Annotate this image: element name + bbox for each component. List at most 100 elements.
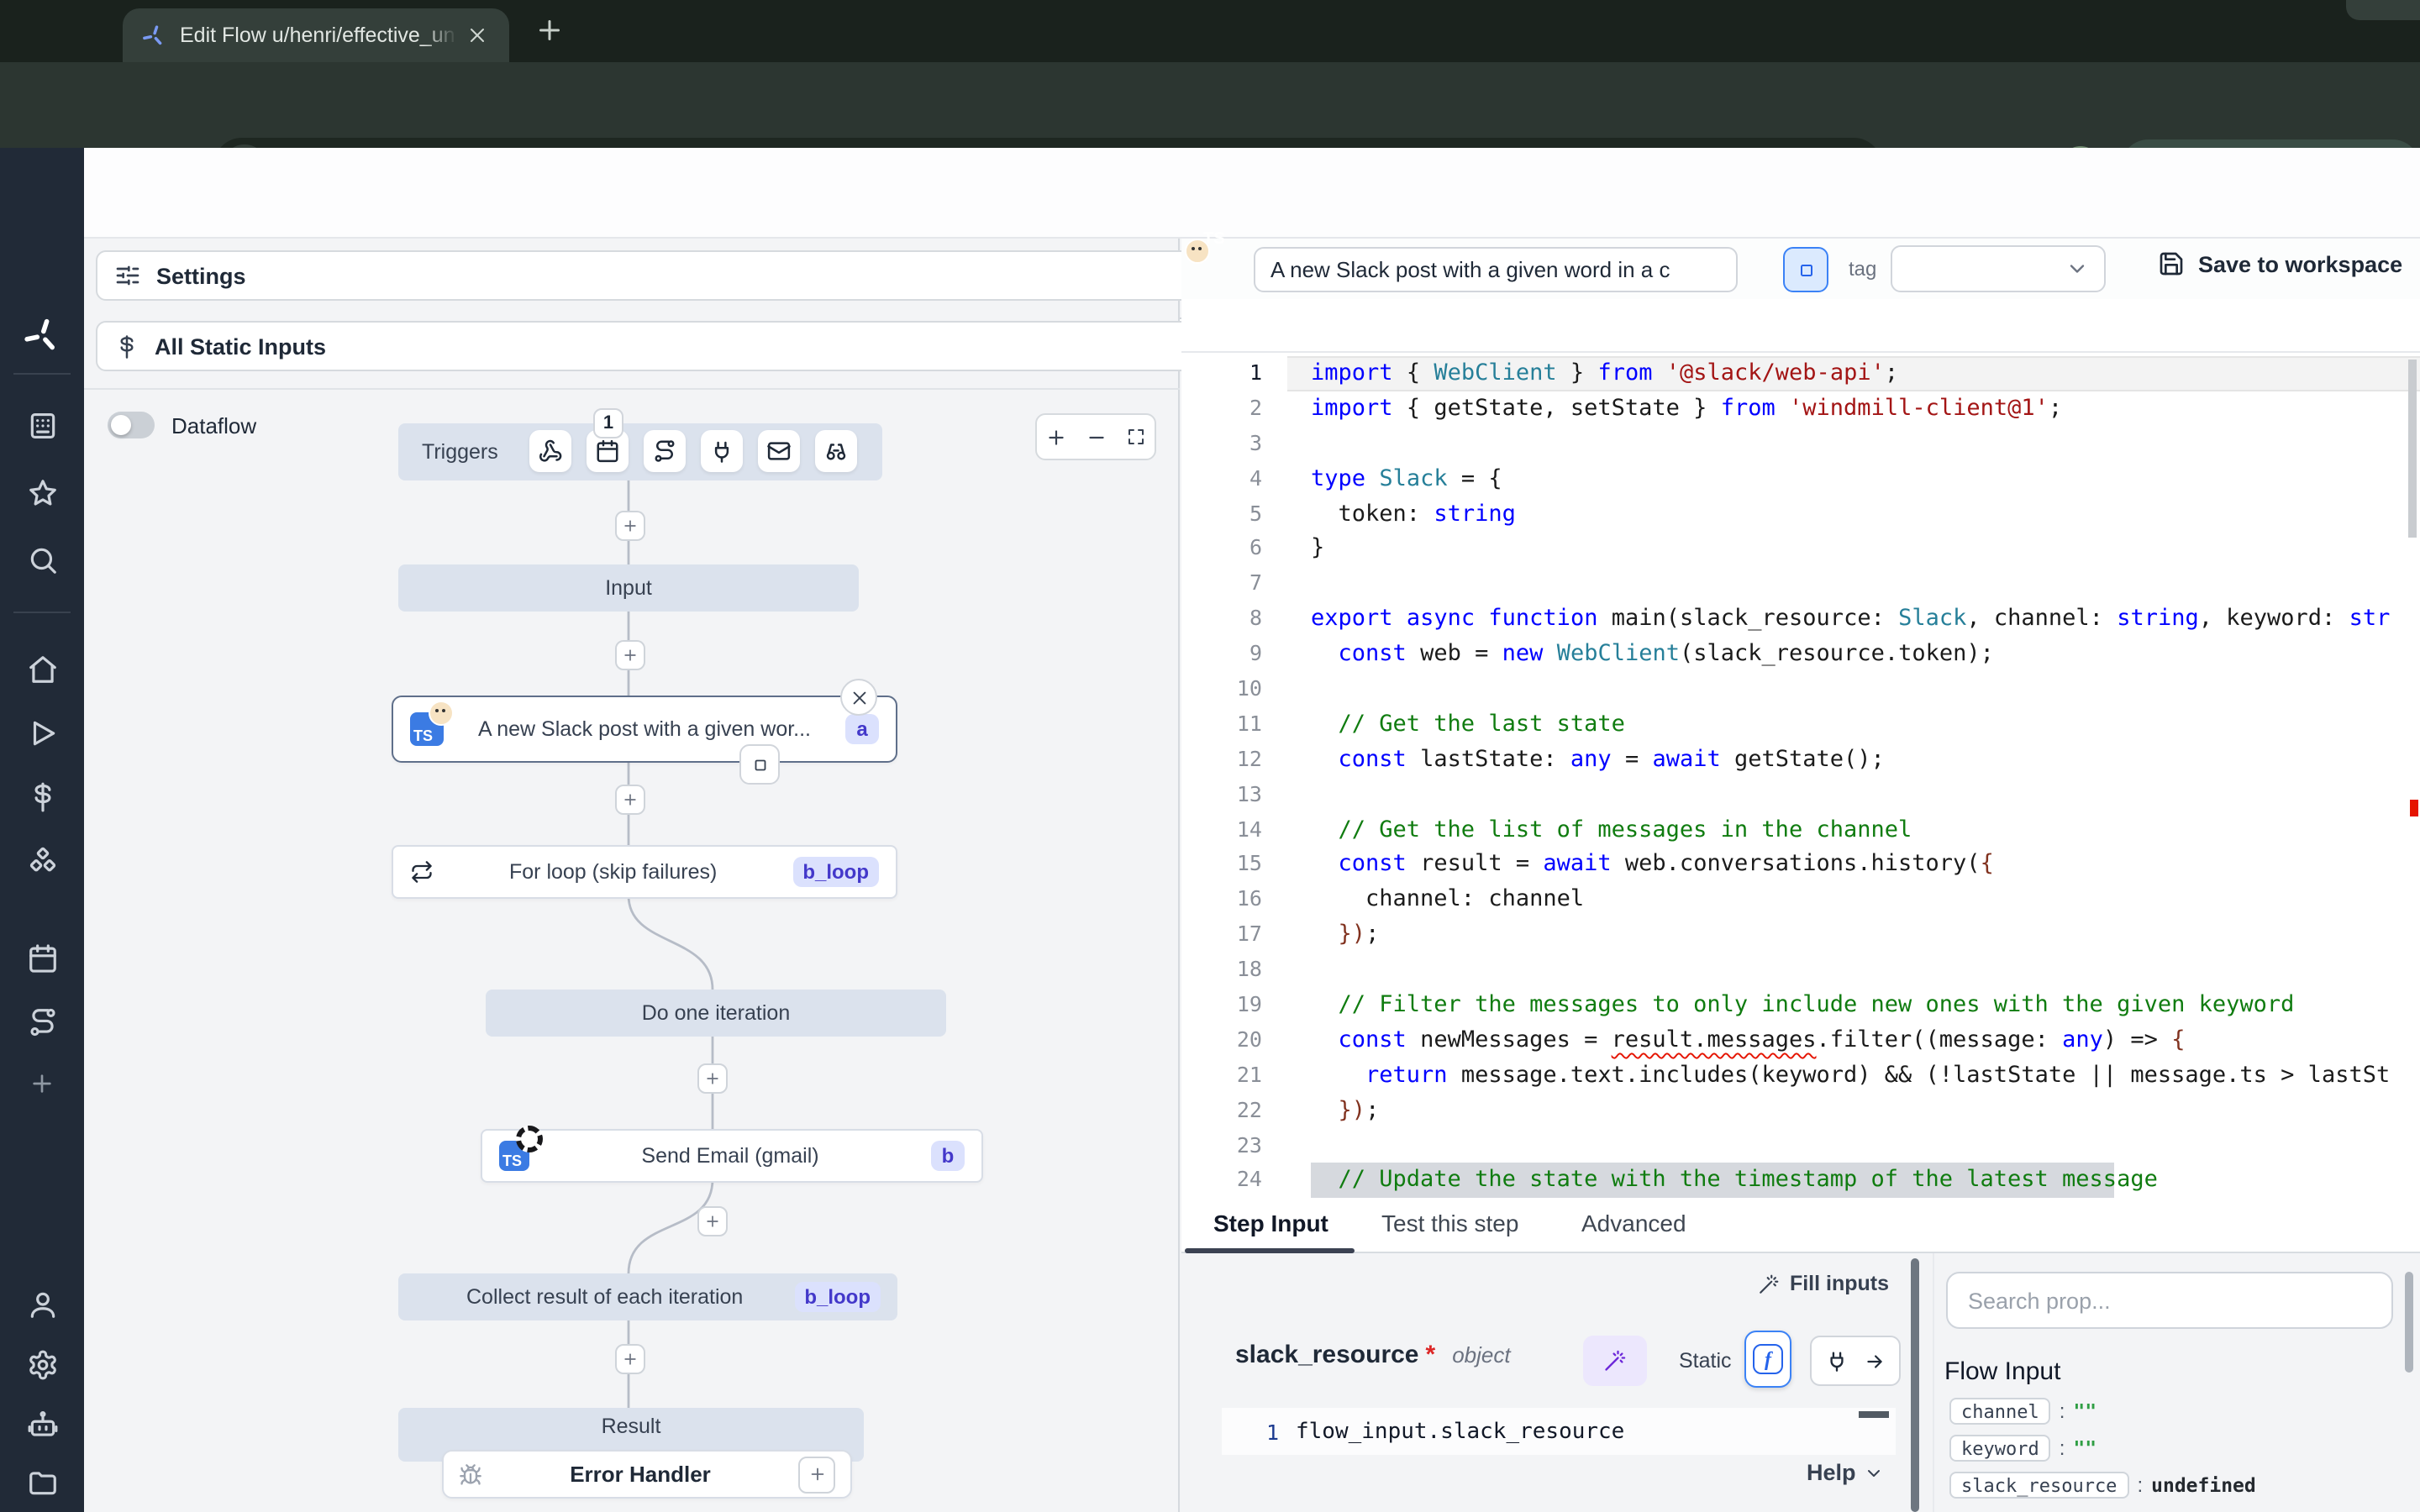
input-node[interactable]: Input (398, 564, 859, 612)
tab-advanced[interactable]: Advanced (1581, 1210, 1686, 1236)
webhook-trigger-icon[interactable] (529, 430, 571, 472)
browser-tabstrip: Edit Flow u/henri/effective_un (0, 0, 2420, 62)
browser-tab[interactable]: Edit Flow u/henri/effective_un (123, 8, 509, 62)
flow-editor-header: Untitled 0 */1 * * * * Path u/henri/eff … (84, 148, 2420, 239)
colon: : (2060, 1399, 2065, 1423)
help-button[interactable]: Help (1807, 1460, 1885, 1485)
code-line: 16 channel: channel (1181, 883, 2420, 918)
flow-input-row[interactable]: keyword:"" (1949, 1433, 2096, 1463)
sidebar-item-schedules[interactable] (0, 929, 84, 986)
code-line: 21 return message.text.includes(keyword)… (1181, 1058, 2420, 1094)
collect-id-badge: b_loop (794, 1282, 881, 1312)
sidebar-item-add[interactable] (0, 1055, 84, 1112)
new-tab-button[interactable] (534, 15, 565, 45)
windmill-logo[interactable] (0, 307, 84, 365)
add-error-handler-button[interactable] (798, 1456, 835, 1493)
code-line: 17 }); (1181, 918, 2420, 953)
triggers-node[interactable]: Triggers 1 (398, 423, 882, 480)
help-label: Help (1807, 1460, 1856, 1485)
insert-step-button[interactable] (615, 785, 645, 815)
save-to-workspace-button[interactable]: Save to workspace (2158, 250, 2402, 277)
typescript-icon: TS (410, 712, 444, 746)
code-line: 10 (1181, 672, 2420, 707)
early-stop-button[interactable] (739, 744, 780, 785)
emoji-badge (429, 701, 454, 726)
right-scrollbar[interactable] (2405, 1272, 2413, 1373)
plug-icon (1826, 1349, 1849, 1373)
code-line: 8export async function main(slack_resour… (1181, 601, 2420, 637)
forloop-node[interactable]: For loop (skip failures) b_loop (392, 845, 897, 899)
poll-trigger-icon[interactable] (815, 430, 857, 472)
insert-step-button[interactable] (697, 1206, 728, 1236)
panel-scrollbar[interactable] (1911, 1258, 1919, 1512)
sidebar-item-workers[interactable] (0, 1396, 84, 1453)
websocket-trigger-icon[interactable] (701, 430, 743, 472)
collect-node[interactable]: Collect result of each iteration b_loop (398, 1273, 897, 1320)
sidebar-item-users[interactable] (0, 1275, 84, 1332)
sidebar-item-variables[interactable] (0, 768, 84, 825)
email-label: Send Email (gmail) (529, 1144, 931, 1168)
prop-ai-button[interactable] (1583, 1336, 1647, 1386)
error-handler-node[interactable]: Error Handler (442, 1450, 852, 1499)
insert-step-button[interactable] (697, 1063, 728, 1094)
connect-input-button[interactable] (1810, 1336, 1901, 1386)
screen: Edit Flow u/henri/effective_un app.windm… (0, 0, 2420, 1512)
code-line: 2import { getState, setState } from 'win… (1181, 391, 2420, 427)
input-label: Input (605, 576, 652, 600)
triggers-label: Triggers (422, 440, 498, 464)
flow-input-title: Flow Input (1944, 1357, 2060, 1386)
sidebar-item-folders[interactable] (0, 1453, 84, 1510)
code-line: 7 (1181, 567, 2420, 602)
sidebar-item-runs[interactable] (0, 704, 84, 761)
square-icon (750, 755, 769, 774)
chevron-down-icon (1865, 1462, 1885, 1483)
flow-input-value: "" (2073, 1436, 2096, 1460)
fill-inputs-button[interactable]: Fill inputs (1753, 1258, 1894, 1309)
error-handler-label: Error Handler (482, 1462, 798, 1487)
tag-select[interactable] (1891, 245, 2106, 292)
stop-after-if-button[interactable] (1783, 247, 1828, 292)
flow-input-row[interactable]: channel:"" (1949, 1396, 2096, 1426)
step-tabs (1181, 1198, 2420, 1253)
step-name-input[interactable] (1254, 247, 1738, 292)
route-trigger-icon[interactable] (644, 430, 686, 472)
sidebar-item-resources[interactable] (0, 832, 84, 889)
flow-input-key[interactable]: keyword (1949, 1435, 2051, 1462)
flow-input-key[interactable]: channel (1949, 1398, 2051, 1425)
sidebar-item-settings[interactable] (0, 1336, 84, 1393)
loading-spinner (516, 1126, 543, 1152)
tab-close-icon[interactable] (467, 25, 487, 45)
flow-input-key[interactable]: slack_resource (1949, 1472, 2128, 1499)
sidebar-item-search[interactable] (0, 531, 84, 588)
slack-step-label: A new Slack post with a given wor... (444, 717, 845, 741)
line-number: 1 (1222, 1419, 1296, 1444)
code-editor[interactable]: 1import { WebClient } from '@slack/web-a… (1181, 353, 2420, 1198)
schedule-count-badge: 1 (593, 408, 623, 438)
prop-type: object (1452, 1342, 1510, 1368)
search-prop-input[interactable] (1946, 1272, 2393, 1329)
expression-editor[interactable]: 1 flow_input.slack_resource (1222, 1408, 1896, 1455)
iteration-node[interactable]: Do one iteration (486, 990, 946, 1037)
fill-inputs-label: Fill inputs (1790, 1272, 1889, 1295)
tab-test-this-step[interactable]: Test this step (1381, 1210, 1518, 1236)
email-trigger-icon[interactable] (758, 430, 800, 472)
editor-scrollbar[interactable] (2408, 360, 2417, 538)
sidebar-item-routes[interactable] (0, 993, 84, 1050)
insert-step-button[interactable] (615, 1344, 645, 1374)
close-icon (850, 688, 868, 706)
app-sidebar (0, 148, 84, 1512)
insert-step-button[interactable] (615, 511, 645, 541)
sidebar-item-home[interactable] (0, 640, 84, 697)
colon: : (2137, 1473, 2143, 1497)
sidebar-item-favorites[interactable] (0, 464, 84, 521)
javascript-expr-toggle[interactable]: f (1744, 1331, 1791, 1388)
flow-input-row[interactable]: slack_resource:undefined (1949, 1470, 2256, 1500)
delete-step-button[interactable] (840, 679, 877, 716)
code-line: 6} (1181, 532, 2420, 567)
sidebar-item-apps[interactable] (0, 396, 84, 454)
insert-step-button[interactable] (615, 640, 645, 670)
emoji-badge (1185, 239, 1210, 264)
tab-step-input[interactable]: Step Input (1213, 1210, 1328, 1236)
slack-step-node[interactable]: TS A new Slack post with a given wor... … (392, 696, 897, 763)
email-node[interactable]: TS Send Email (gmail) b (481, 1129, 983, 1183)
